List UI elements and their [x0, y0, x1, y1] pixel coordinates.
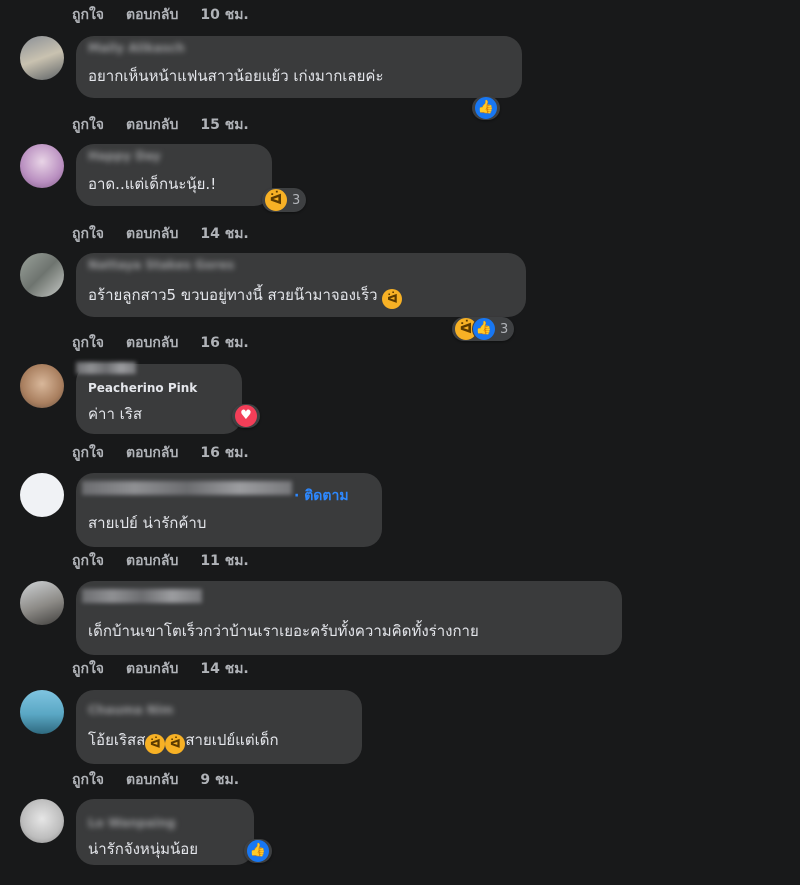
like-icon: 👍	[474, 96, 498, 120]
like-button[interactable]: ถูกใจ	[72, 445, 104, 461]
rofl-emoji: ᐛ	[165, 734, 186, 754]
reaction-badge[interactable]: 👍	[472, 96, 500, 120]
comment-time[interactable]: 10 ชม.	[200, 7, 248, 23]
avatar[interactable]	[20, 473, 64, 517]
reply-button[interactable]: ตอบกลับ	[126, 661, 178, 677]
comment-text-content: โอ้ยเริสส	[88, 731, 146, 749]
comment-actions: ถูกใจ ตอบกลับ 10 ชม.	[72, 6, 271, 24]
comment-author[interactable]: Happy Day	[88, 148, 161, 164]
reply-button[interactable]: ตอบกลับ	[126, 553, 178, 569]
name-redaction	[82, 481, 292, 495]
comment-bubble: · ติดตาม สายเปย์ น่ารักค้าบ	[76, 473, 382, 547]
follow-link[interactable]: · ติดตาม	[294, 485, 349, 507]
comment-bubble: เด็กบ้านเขาโตเร็วกว่าบ้านเราเยอะครับทั้ง…	[76, 581, 622, 655]
comment-time[interactable]: 16 ชม.	[200, 445, 248, 461]
like-icon: 👍	[246, 839, 270, 863]
avatar[interactable]	[20, 36, 64, 80]
comment-author[interactable]: Lo Wanpaing	[88, 815, 175, 831]
comment-text: ค่าา เริส	[88, 405, 142, 423]
comment-bubble: Nattaya Stakes Gores อร้ายลูกสาว5 ขวบอยู…	[76, 253, 526, 317]
haha-icon: ᐛ	[264, 188, 288, 212]
comment-time[interactable]: 9 ชม.	[200, 772, 239, 788]
reaction-badge[interactable]: ᐛ 3	[262, 188, 307, 212]
name-redaction	[76, 362, 136, 374]
reply-button[interactable]: ตอบกลับ	[126, 335, 178, 351]
comment-text: น่ารักจังหนุ่มน้อย	[88, 840, 199, 858]
rofl-emoji: ᐛ	[145, 734, 166, 754]
reply-button[interactable]: ตอบกลับ	[126, 7, 178, 23]
comment-author[interactable]: Maily Alikasch	[88, 40, 185, 56]
avatar[interactable]	[20, 144, 64, 188]
reply-button[interactable]: ตอบกลับ	[126, 117, 178, 133]
comment-actions: ถูกใจ ตอบกลับ 14 ชม.	[72, 225, 271, 243]
reaction-badge[interactable]: 👍	[244, 839, 272, 863]
comment-actions: ถูกใจ ตอบกลับ 11 ชม.	[72, 552, 271, 570]
avatar[interactable]	[20, 799, 64, 843]
name-redaction	[82, 589, 202, 603]
reaction-badge[interactable]: ᐛ 👍 3	[452, 317, 515, 341]
reply-button[interactable]: ตอบกลับ	[126, 226, 178, 242]
reply-button[interactable]: ตอบกลับ	[126, 772, 178, 788]
comment-author[interactable]: Nattaya Stakes Gores	[88, 257, 234, 273]
reaction-count: 3	[500, 321, 509, 337]
avatar[interactable]	[20, 581, 64, 625]
reply-button[interactable]: ตอบกลับ	[126, 445, 178, 461]
comment-time[interactable]: 15 ชม.	[200, 117, 248, 133]
love-icon: ♥	[234, 404, 258, 428]
like-button[interactable]: ถูกใจ	[72, 553, 104, 569]
comment-text-content: อร้ายลูกสาว5 ขวบอยู่ทางนี้ สวยน๊ามาจองเร…	[88, 286, 378, 304]
comment-actions: ถูกใจ ตอบกลับ 16 ชม.	[72, 334, 271, 352]
comment-text: อาด..แต่เด็กนะนุ้ย.!	[88, 175, 217, 193]
like-button[interactable]: ถูกใจ	[72, 772, 104, 788]
comment-time[interactable]: 14 ชม.	[200, 661, 248, 677]
comment-text: สายเปย์ น่ารักค้าบ	[88, 514, 207, 532]
like-button[interactable]: ถูกใจ	[72, 335, 104, 351]
comment-text-content: สายเปย์แต่เด็ก	[185, 731, 279, 749]
comment-bubble: Maily Alikasch อยากเห็นหน้าแฟนสาวน้อยแย้…	[76, 36, 522, 98]
like-button[interactable]: ถูกใจ	[72, 226, 104, 242]
like-button[interactable]: ถูกใจ	[72, 7, 104, 23]
rofl-emoji: ᐛ	[382, 289, 403, 309]
comment-text: เด็กบ้านเขาโตเร็วกว่าบ้านเราเยอะครับทั้ง…	[88, 622, 479, 640]
comment-actions: ถูกใจ ตอบกลับ 15 ชม.	[72, 116, 271, 134]
comment-time[interactable]: 14 ชม.	[200, 226, 248, 242]
comment-author[interactable]: Peacherino Pink	[88, 380, 197, 396]
comment-text: โอ้ยเริสส ᐛ ᐛ สายเปย์แต่เด็ก	[88, 730, 279, 754]
comment-bubble: Happy Day อาด..แต่เด็กนะนุ้ย.!	[76, 144, 272, 206]
comment-bubble: Lo Wanpaing น่ารักจังหนุ่มน้อย	[76, 799, 254, 865]
avatar[interactable]	[20, 364, 64, 408]
avatar[interactable]	[20, 253, 64, 297]
comment-bubble: Peacherino Pink ค่าา เริส	[76, 362, 242, 434]
comment-actions: ถูกใจ ตอบกลับ 14 ชม.	[72, 660, 271, 678]
comment-text: อยากเห็นหน้าแฟนสาวน้อยแย้ว เก่งมากเลยค่ะ	[88, 67, 384, 85]
comment-text: อร้ายลูกสาว5 ขวบอยู่ทางนี้ สวยน๊ามาจองเร…	[88, 285, 403, 309]
avatar[interactable]	[20, 690, 64, 734]
like-icon: 👍	[472, 317, 496, 341]
comment-actions: ถูกใจ ตอบกลับ 16 ชม.	[72, 444, 271, 462]
like-button[interactable]: ถูกใจ	[72, 117, 104, 133]
comment-bubble: Chauma Nim โอ้ยเริสส ᐛ ᐛ สายเปย์แต่เด็ก	[76, 690, 362, 764]
reaction-badge[interactable]: ♥	[232, 404, 260, 428]
like-button[interactable]: ถูกใจ	[72, 661, 104, 677]
reaction-count: 3	[292, 192, 301, 208]
comment-author[interactable]: Chauma Nim	[88, 702, 173, 718]
comment-time[interactable]: 16 ชม.	[200, 335, 248, 351]
comment-time[interactable]: 11 ชม.	[200, 553, 248, 569]
comment-actions: ถูกใจ ตอบกลับ 9 ชม.	[72, 771, 261, 789]
